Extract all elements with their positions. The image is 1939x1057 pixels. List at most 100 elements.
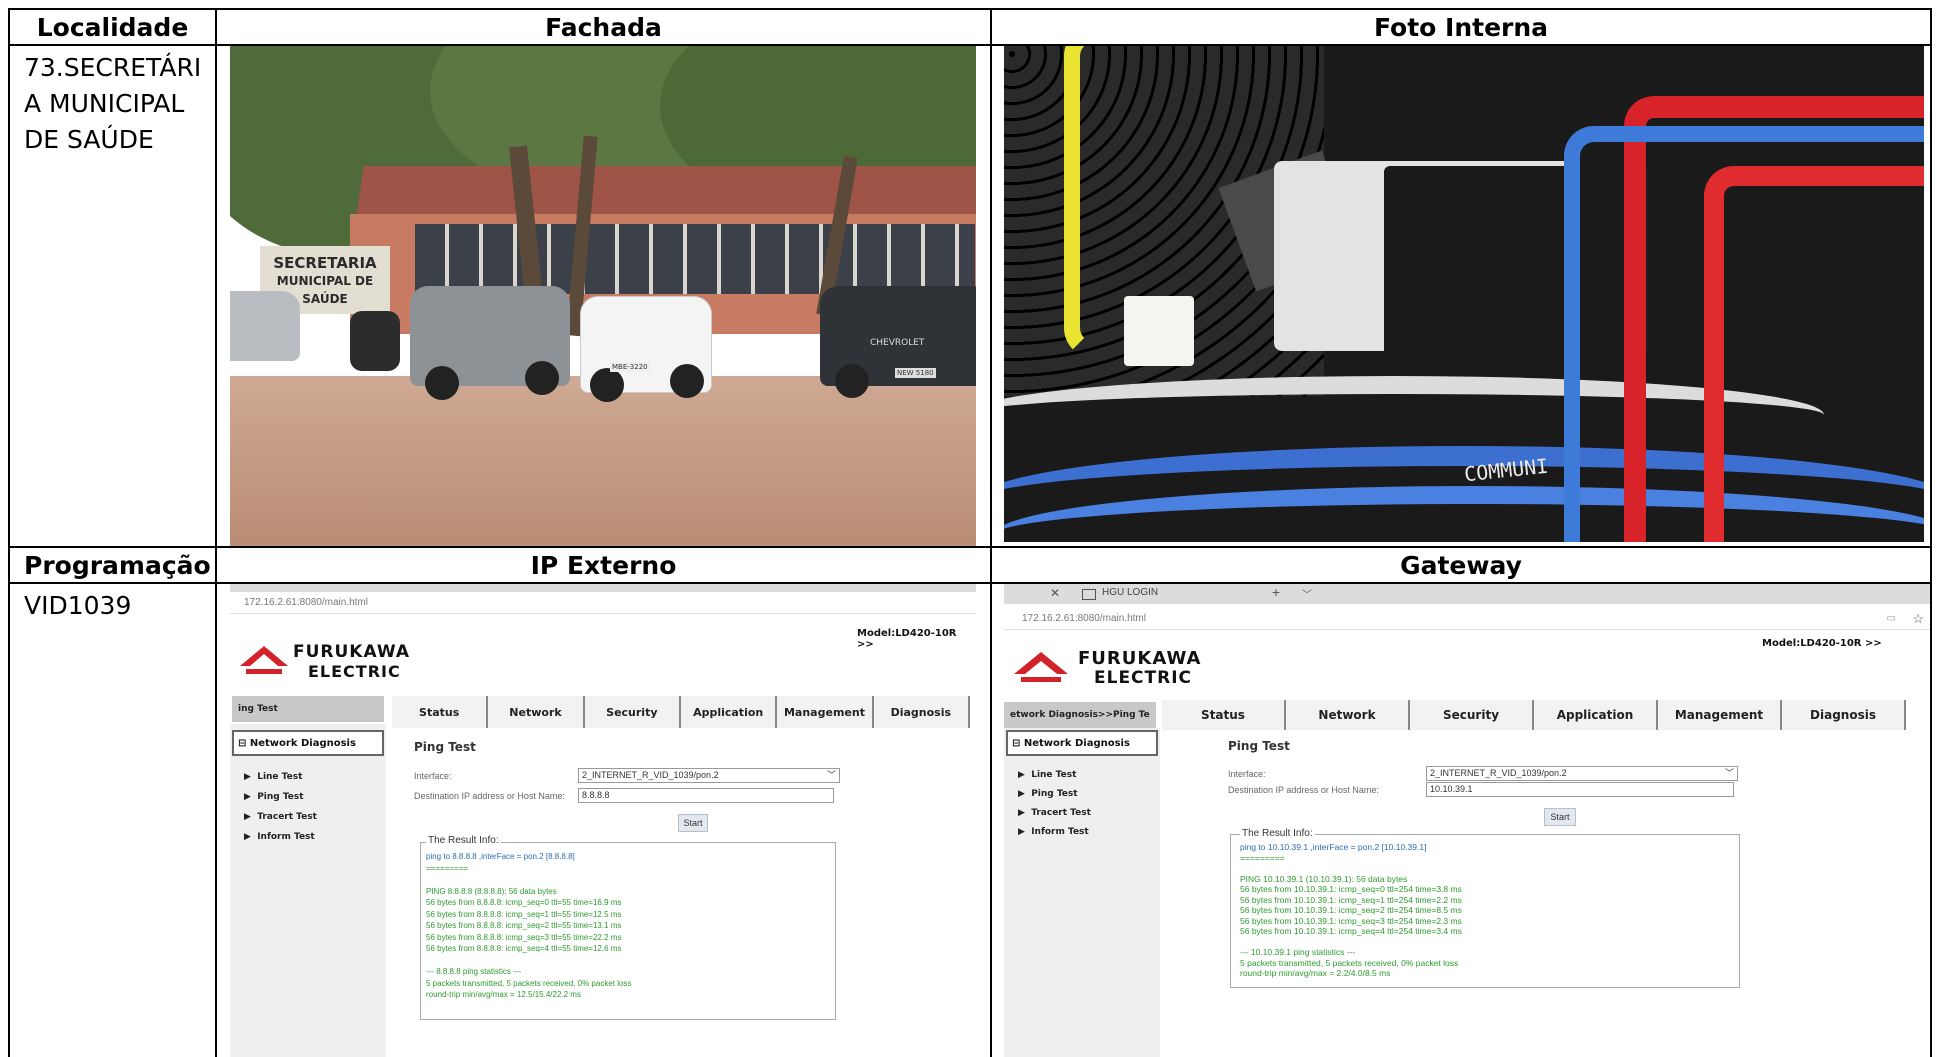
interface-label: Interface: <box>1228 769 1266 779</box>
destination-label: Destination IP address or Host Name: <box>414 791 565 801</box>
url-text: 172.16.2.61:8080/main.html <box>1022 613 1146 624</box>
tab-diagnosis[interactable]: Diagnosis <box>873 696 970 728</box>
page-title: Ping Test <box>1228 739 1290 753</box>
truck-text: CHEVROLET <box>870 338 925 348</box>
tab-application[interactable]: Application <box>1534 700 1658 730</box>
sidebar-header-network-diagnosis[interactable]: ⊟ Network Diagnosis <box>232 730 384 756</box>
result-line: 56 bytes from 8.8.8.8: icmp_seq=4 ttl=55… <box>426 944 622 953</box>
header-programacao: Programação <box>24 550 211 580</box>
tab-diagnosis[interactable]: Diagnosis <box>1782 700 1906 730</box>
result-line: ping to 8.8.8.8 ,interFace = pon.2 [8.8.… <box>426 852 575 861</box>
chevron-down-icon[interactable]: ﹀ <box>1302 586 1312 601</box>
tab-status[interactable]: Status <box>1162 700 1286 730</box>
brand-subtitle: ELECTRIC <box>308 662 401 681</box>
start-button[interactable]: Start <box>1544 808 1576 826</box>
result-line: --- 10.10.39.1 ping statistics --- <box>1240 947 1356 957</box>
sidebar-item-ping-test[interactable]: ▶ Ping Test <box>244 792 304 802</box>
result-line: 56 bytes from 10.10.39.1: icmp_seq=1 ttl… <box>1240 894 1462 905</box>
result-line: 5 packets transmitted, 5 packets receive… <box>426 978 632 988</box>
star-icon[interactable]: ☆ <box>1912 608 1924 630</box>
breadcrumb: etwork Diagnosis>>Ping Te <box>1004 702 1156 728</box>
reader-icon[interactable]: ▭ <box>1887 608 1896 630</box>
sidebar-item-tracert-test[interactable]: ▶ Tracert Test <box>1018 808 1091 818</box>
address-bar[interactable]: 172.16.2.61:8080/main.html ▭ ☆ <box>1004 608 1930 630</box>
car-plate: MBE-3220 <box>610 362 650 372</box>
sidebar-item-label: Tracert Test <box>257 812 317 822</box>
result-line: round-trip min/avg/max = 2.2/4.0/8.5 ms <box>1240 968 1391 978</box>
destination-input[interactable]: 10.10.39.1 <box>1426 782 1734 797</box>
tab-management[interactable]: Management <box>1658 700 1782 730</box>
result-line: 56 bytes from 8.8.8.8: icmp_seq=0 ttl=55… <box>426 898 622 907</box>
sign-line: SECRETARIA <box>273 254 377 272</box>
sidebar-item-inform-test[interactable]: ▶ Inform Test <box>244 832 315 842</box>
header-localidade: Localidade <box>36 12 189 42</box>
result-line: ping to 10.10.39.1 ,interFace = pon.2 [1… <box>1240 842 1427 852</box>
interface-select[interactable]: 2_INTERNET_R_VID_1039/pon.2 ﹀ <box>578 768 840 783</box>
tab-security[interactable]: Security <box>584 696 681 728</box>
tab-status[interactable]: Status <box>392 696 489 728</box>
table-border-left <box>8 8 10 1057</box>
yellow-cable <box>1064 46 1296 358</box>
start-button[interactable]: Start <box>678 814 708 832</box>
address-bar[interactable]: 172.16.2.61:8080/main.html <box>230 592 976 614</box>
sidebar-item-ping-test[interactable]: ▶ Ping Test <box>1018 789 1078 799</box>
motorcycle <box>350 311 400 371</box>
result-line: 5 packets transmitted, 5 packets receive… <box>1240 957 1459 968</box>
table-divider-1 <box>215 8 217 1057</box>
main-nav: Status Network Security Application Mana… <box>392 696 970 728</box>
page-icon <box>1082 589 1096 600</box>
brand-subtitle: ELECTRIC <box>1094 668 1193 688</box>
building-windows <box>415 224 975 294</box>
destination-input[interactable]: 8.8.8.8 <box>578 788 834 803</box>
result-legend: The Result Info: <box>426 835 501 846</box>
sidebar-item-tracert-test[interactable]: ▶ Tracert Test <box>244 812 317 822</box>
sidebar-item-line-test[interactable]: ▶ Line Test <box>244 772 302 782</box>
internal-photo: COMMUNI <box>1004 46 1924 542</box>
result-line: 56 bytes from 10.10.39.1: icmp_seq=4 ttl… <box>1240 926 1462 936</box>
browser-tab-strip <box>230 584 976 592</box>
wheel <box>425 366 459 400</box>
car-silver <box>230 291 300 361</box>
blue-cable <box>1564 126 1924 542</box>
browser-tab-title[interactable]: HGU LOGIN <box>1102 587 1158 598</box>
interface-value: 2_INTERNET_R_VID_1039/pon.2 <box>582 770 719 780</box>
tab-management[interactable]: Management <box>777 696 874 728</box>
tab-application[interactable]: Application <box>680 696 778 728</box>
programacao-value: VID1039 <box>24 591 132 620</box>
sidebar-item-inform-test[interactable]: ▶ Inform Test <box>1018 827 1089 837</box>
tab-network[interactable]: Network <box>488 696 585 728</box>
furukawa-logo-icon <box>1014 652 1068 682</box>
url-text: 172.16.2.61:8080/main.html <box>244 597 368 608</box>
tab-security[interactable]: Security <box>1410 700 1534 730</box>
result-line: 56 bytes from 10.10.39.1: icmp_seq=3 ttl… <box>1240 915 1462 926</box>
sidebar-item-label: Ping Test <box>257 792 304 802</box>
furukawa-logo-icon <box>240 646 288 674</box>
sidebar-item-label: Ping Test <box>1031 789 1078 799</box>
new-tab-icon[interactable]: + <box>1272 584 1280 600</box>
result-line: PING 8.8.8.8 (8.8.8.8): 56 data bytes <box>426 886 557 896</box>
result-line: 56 bytes from 8.8.8.8: icmp_seq=3 ttl=55… <box>426 932 622 942</box>
header-gateway: Gateway <box>1400 550 1522 580</box>
ip-externo-screenshot: 172.16.2.61:8080/main.html Model:LD420-1… <box>230 584 976 1057</box>
sidebar-item-label: Tracert Test <box>1031 808 1091 818</box>
sidebar-header-network-diagnosis[interactable]: ⊟ Network Diagnosis <box>1006 730 1158 756</box>
chevron-down-icon: ﹀ <box>826 770 836 780</box>
sidebar-item-label: Line Test <box>257 772 303 782</box>
close-icon[interactable]: ✕ <box>1050 586 1060 600</box>
location-line: DE SAÚDE <box>24 125 154 154</box>
building-roof <box>356 166 976 216</box>
result-text: ping to 10.10.39.1 ,interFace = pon.2 [1… <box>1240 842 1730 982</box>
gateway-screenshot: ✕ HGU LOGIN + ﹀ 172.16.2.61:8080/main.ht… <box>1004 584 1930 1057</box>
result-line: 56 bytes from 10.10.39.1: icmp_seq=0 ttl… <box>1240 884 1462 894</box>
sidebar-item-line-test[interactable]: ▶ Line Test <box>1018 770 1076 780</box>
report-table: Localidade Fachada Foto Interna 73.SECRE… <box>0 0 1939 1057</box>
tab-network[interactable]: Network <box>1286 700 1410 730</box>
truck-plate: NEW 5180 <box>895 368 936 378</box>
breadcrumb: ing Test <box>232 696 384 722</box>
page-title: Ping Test <box>414 740 476 754</box>
main-nav: Status Network Security Application Mana… <box>1162 700 1906 730</box>
interface-label: Interface: <box>414 771 452 781</box>
interface-select[interactable]: 2_INTERNET_R_VID_1039/pon.2 ﹀ <box>1426 766 1738 781</box>
result-line: 56 bytes from 8.8.8.8: icmp_seq=1 ttl=55… <box>426 909 622 919</box>
header-fachada: Fachada <box>545 12 662 42</box>
